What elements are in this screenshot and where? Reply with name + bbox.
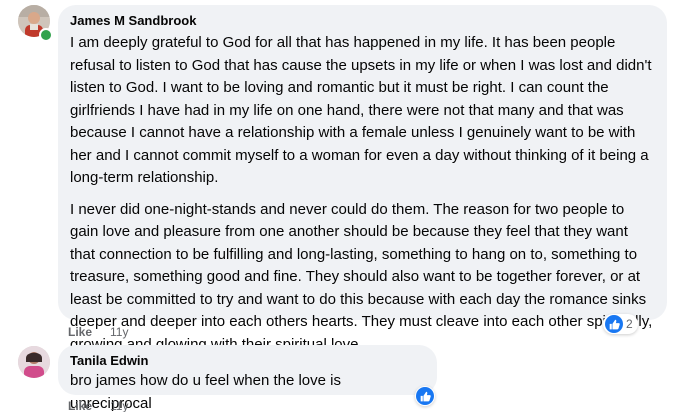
comment-thread: James M Sandbrook I am deeply grateful t… — [0, 0, 686, 412]
comment-paragraph: I am deeply grateful to God for all that… — [70, 34, 652, 186]
comment-author[interactable]: James M Sandbrook — [70, 13, 655, 29]
reaction-summary[interactable] — [415, 386, 435, 406]
like-icon — [605, 315, 623, 333]
reaction-summary[interactable]: 2 — [603, 314, 638, 334]
online-status-icon — [39, 28, 53, 42]
comment-timestamp[interactable]: 11y — [110, 399, 128, 412]
like-button[interactable]: Like — [68, 325, 92, 339]
comment-actions: Like 11y — [68, 324, 128, 340]
comment-timestamp[interactable]: 11y — [110, 325, 128, 339]
avatar[interactable] — [18, 346, 50, 378]
comment-author[interactable]: Tanila Edwin — [70, 353, 425, 369]
comment-bubble: James M Sandbrook I am deeply grateful t… — [58, 5, 667, 353]
comment-actions: Like 11y — [68, 398, 128, 412]
comment-text: I am deeply grateful to God for all that… — [70, 32, 655, 356]
comment-bubble: Tanila Edwin bro james how do u feel whe… — [58, 345, 437, 412]
like-icon — [416, 387, 434, 405]
reaction-count: 2 — [626, 317, 633, 331]
comment-paragraph: I never did one-night-stands and never c… — [70, 200, 653, 353]
like-button[interactable]: Like — [68, 399, 92, 412]
